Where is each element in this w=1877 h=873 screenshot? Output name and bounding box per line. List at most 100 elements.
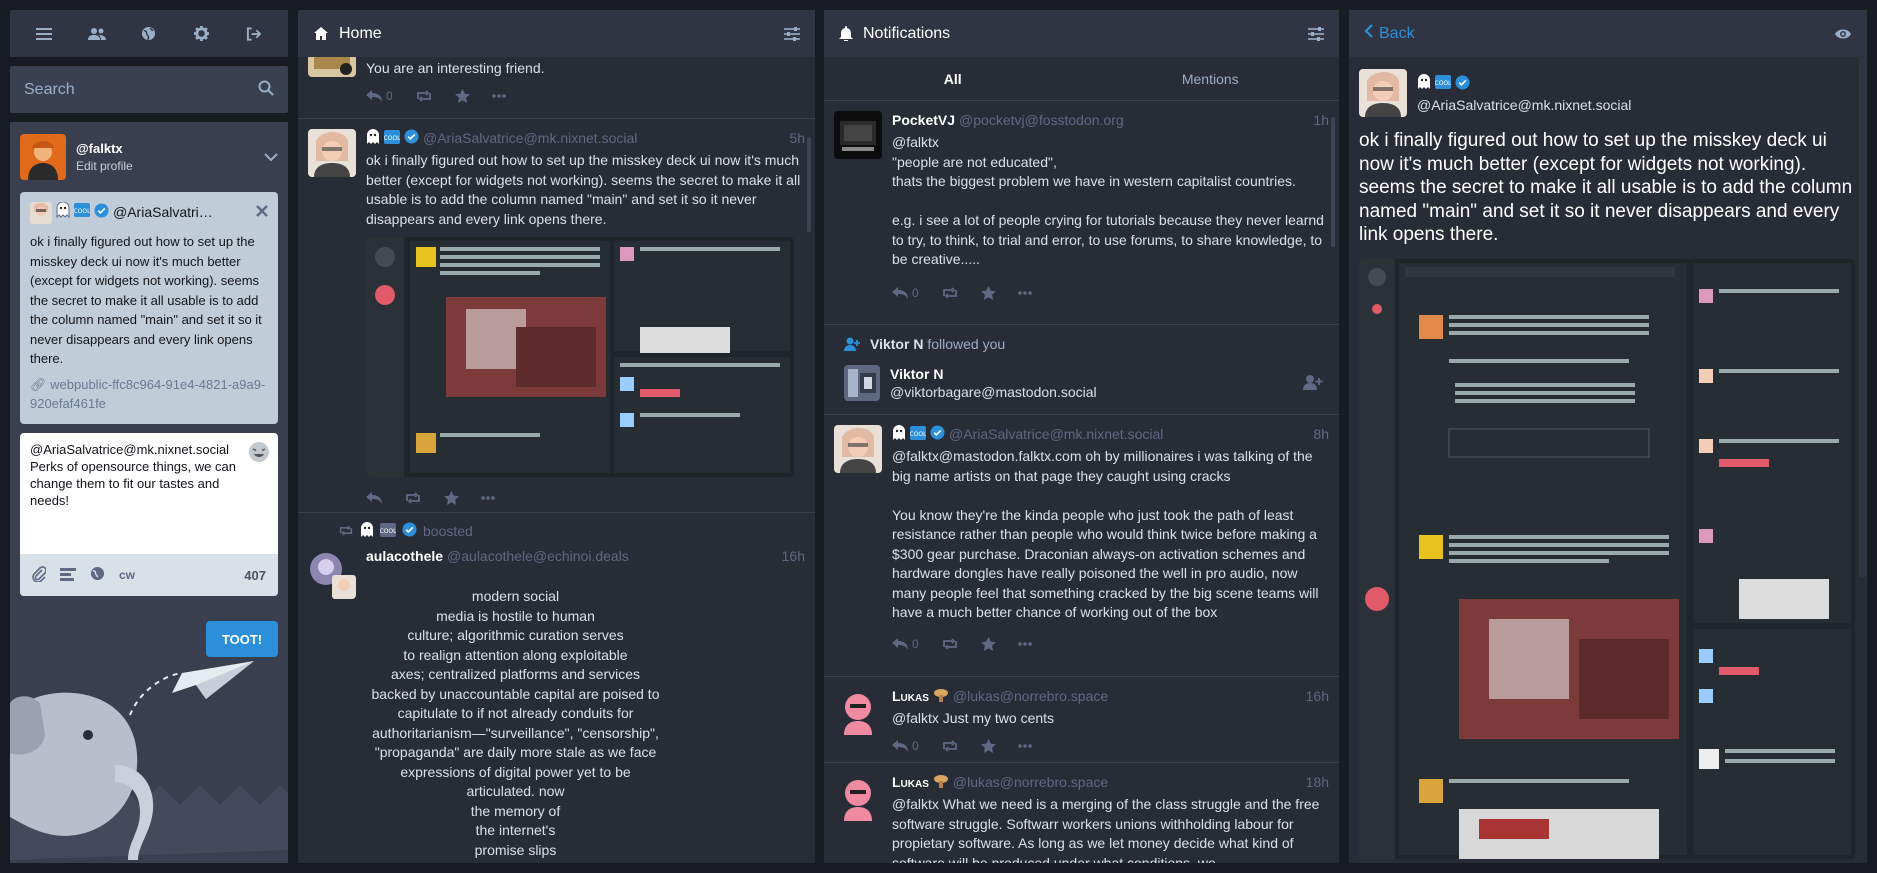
- paperclip-icon[interactable]: [32, 565, 47, 585]
- compose-textarea[interactable]: [20, 433, 278, 553]
- status-handle[interactable]: @lukas@norrebro.space: [953, 688, 1108, 704]
- boost-button[interactable]: [941, 637, 959, 650]
- status-handle[interactable]: @AriaSalvatrice@mk.nixnet.social: [949, 426, 1163, 442]
- status-timestamp[interactable]: 8h: [1313, 426, 1329, 442]
- notification-mention[interactable]: COOL @AriaSalvatrice@mk.nixnet.social 8h…: [824, 415, 1339, 677]
- favourite-button[interactable]: [980, 285, 996, 300]
- status-display-name[interactable]: Lukas: [892, 774, 929, 790]
- notifications-column-header[interactable]: Notifications: [824, 10, 1339, 57]
- avatar[interactable]: [308, 57, 356, 77]
- status-display-name[interactable]: aulacothele: [366, 548, 443, 564]
- sliders-icon[interactable]: [1308, 26, 1324, 41]
- status-handle[interactable]: @lukas@norrebro.space: [953, 774, 1108, 790]
- poll-icon[interactable]: [60, 567, 76, 584]
- more-icon[interactable]: [491, 93, 506, 98]
- notification-mention[interactable]: Lukas @lukas@norrebro.space 16h @falktx …: [824, 677, 1339, 763]
- status[interactable]: COOL boosted aulacothele @aulacothele@ec…: [298, 513, 815, 863]
- avatar[interactable]: [834, 425, 882, 473]
- home-column-header[interactable]: Home: [298, 10, 815, 57]
- notification-mention[interactable]: PocketVJ @pocketvj@fosstodon.org 1h @fal…: [824, 101, 1339, 325]
- status-handle[interactable]: @pocketvj@fosstodon.org: [959, 112, 1124, 128]
- reply-button[interactable]: [366, 492, 382, 504]
- boost-button[interactable]: [941, 286, 959, 299]
- avatar[interactable]: [834, 687, 882, 735]
- notification-mention[interactable]: Lukas @lukas@norrebro.space 18h @falktx …: [824, 763, 1339, 863]
- avatar: [30, 202, 52, 224]
- follow-back-button[interactable]: [1303, 374, 1323, 393]
- status-content: @falktx What we need is a merging of the…: [892, 796, 1320, 863]
- more-icon[interactable]: [1017, 743, 1032, 748]
- status-timestamp[interactable]: 16h: [1306, 688, 1329, 704]
- status-display-name[interactable]: PocketVJ: [892, 112, 955, 128]
- search-icon[interactable]: [258, 80, 274, 99]
- logout-icon[interactable]: [240, 20, 268, 48]
- globe-icon[interactable]: [90, 566, 105, 584]
- people-icon[interactable]: [83, 20, 111, 48]
- content-warning-button[interactable]: cw: [119, 568, 135, 582]
- avatar[interactable]: [308, 551, 356, 599]
- edit-profile-link[interactable]: Edit profile: [76, 159, 133, 173]
- home-timeline[interactable]: You are an interesting friend. 0 COOL @A…: [298, 57, 815, 863]
- reply-button[interactable]: 0: [892, 637, 919, 651]
- favourite-button[interactable]: [980, 636, 996, 651]
- follow-label: followed you: [927, 336, 1006, 352]
- favourite-button[interactable]: [444, 491, 459, 505]
- status[interactable]: You are an interesting friend. 0: [298, 57, 815, 119]
- scrollbar[interactable]: [1859, 57, 1867, 577]
- follower-name[interactable]: Viktor N: [870, 336, 923, 352]
- notifications-list[interactable]: All Mentions PocketVJ @pocketvj@fosstodo…: [824, 57, 1339, 863]
- status-display-name[interactable]: Lukas: [892, 688, 929, 704]
- reply-button[interactable]: 0: [366, 89, 393, 103]
- status-handle[interactable]: @AriaSalvatrice@mk.nixnet.social: [423, 130, 637, 146]
- status-detail[interactable]: COOL @AriaSalvatrice@mk.nixnet.social ok…: [1349, 57, 1867, 863]
- column-title: Home: [339, 24, 382, 42]
- reply-button[interactable]: 0: [892, 739, 919, 753]
- avatar[interactable]: [834, 773, 882, 821]
- boost-button[interactable]: [415, 89, 433, 102]
- compose-form: @falktx Edit profile COOL @AriaSalvatric…: [10, 122, 288, 863]
- status-timestamp[interactable]: 1h: [1313, 112, 1329, 128]
- sliders-icon[interactable]: [784, 26, 800, 41]
- more-icon[interactable]: [1017, 290, 1032, 295]
- status-timestamp[interactable]: 16h: [782, 548, 805, 564]
- status[interactable]: COOL @AriaSalvatrice@mk.nixnet.social 5h…: [298, 119, 815, 513]
- follower-account[interactable]: Viktor N @viktorbagare@mastodon.social: [844, 361, 1329, 405]
- current-account[interactable]: @falktx Edit profile: [10, 122, 288, 192]
- eye-icon[interactable]: [1834, 28, 1852, 40]
- avatar[interactable]: [308, 129, 356, 177]
- tab-mentions[interactable]: Mentions: [1082, 57, 1340, 100]
- avatar[interactable]: [1359, 69, 1407, 117]
- home-icon: [313, 26, 329, 41]
- close-icon[interactable]: [256, 203, 268, 223]
- more-icon[interactable]: [1017, 641, 1032, 646]
- verified-icon: [402, 522, 417, 540]
- status-timestamp[interactable]: 18h: [1306, 774, 1329, 790]
- media-attachment-screenshot[interactable]: [366, 237, 794, 477]
- globe-icon[interactable]: [135, 20, 163, 48]
- media-attachment-screenshot[interactable]: [1359, 258, 1855, 859]
- detail-column-header: Back: [1349, 10, 1867, 57]
- detail-author[interactable]: COOL @AriaSalvatrice@mk.nixnet.social: [1349, 57, 1867, 129]
- boost-button[interactable]: [941, 739, 959, 752]
- status-timestamp[interactable]: 5h: [789, 130, 805, 146]
- favourite-button[interactable]: [980, 738, 996, 753]
- tab-all[interactable]: All: [824, 57, 1082, 100]
- chevron-down-icon[interactable]: [264, 149, 278, 165]
- boost-button[interactable]: [404, 492, 422, 504]
- toot-button[interactable]: TOOT!: [206, 621, 278, 657]
- more-icon[interactable]: [481, 496, 495, 500]
- status-handle[interactable]: @aulacothele@echinoi.deals: [447, 548, 629, 564]
- menu-icon[interactable]: [30, 20, 58, 48]
- favourite-button[interactable]: [454, 88, 470, 103]
- back-button[interactable]: Back: [1364, 24, 1415, 43]
- reply-button[interactable]: 0: [892, 286, 919, 300]
- avatar[interactable]: [834, 111, 882, 159]
- gear-icon[interactable]: [187, 20, 215, 48]
- reply-attachment-link[interactable]: 🔗︎ webpublic-ffc8c964-91e4-4821-a9a9-920…: [30, 375, 268, 414]
- status-actions: 0: [366, 79, 805, 113]
- notification-follow[interactable]: Viktor N followed you Viktor N @viktorba…: [824, 325, 1339, 415]
- verified-icon: [404, 129, 419, 147]
- search-input[interactable]: [24, 80, 258, 99]
- user-plus-icon: [844, 337, 860, 351]
- emoji-picker-icon[interactable]: [248, 441, 270, 466]
